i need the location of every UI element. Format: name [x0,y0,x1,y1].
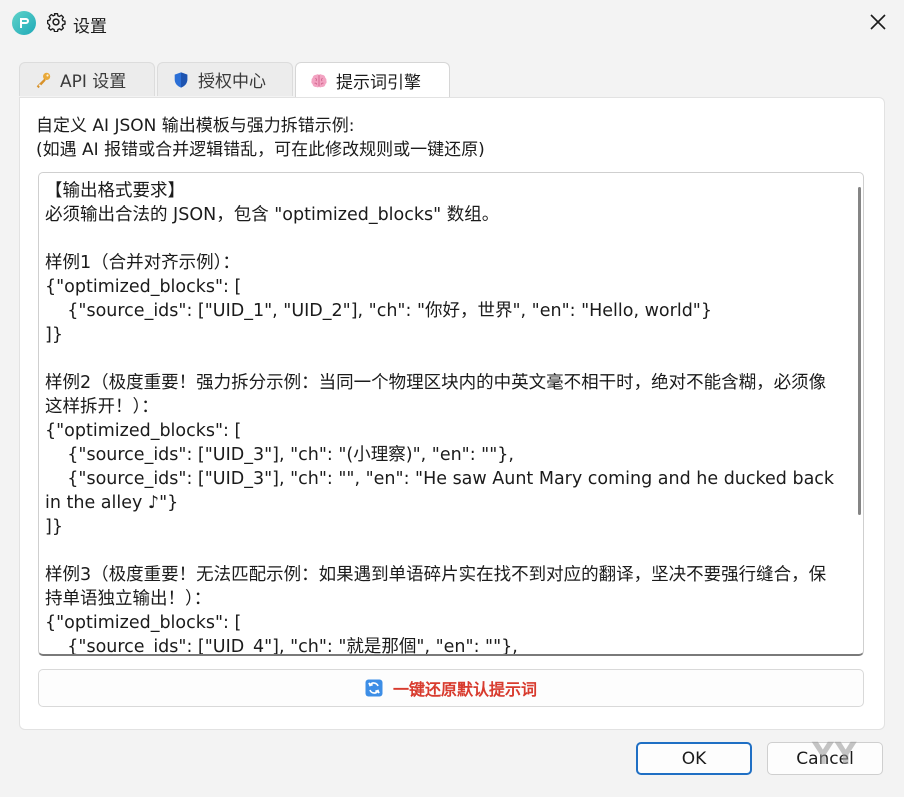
tab-label: 授权中心 [198,72,266,92]
ok-button[interactable]: OK [636,742,752,775]
reset-button-label: 一键还原默认提示词 [392,680,537,699]
reset-default-prompt-button[interactable]: 一键还原默认提示词 [38,669,864,707]
title-bar: 设置 [0,0,904,46]
refresh-icon [365,679,383,697]
tab-prompt-engine[interactable]: 提示词引擎 [295,62,450,98]
tab-license-center[interactable]: 授权中心 [157,62,293,96]
description-line: (如遇 AI 报错或合并逻辑错乱，可在此修改规则或一键还原) [36,140,485,160]
watermark-logo: YY [812,737,858,772]
app-logo-icon [12,11,36,35]
tab-api-settings[interactable]: API 设置 [19,62,155,96]
tab-label: 提示词引擎 [336,73,421,93]
window-title: 设置 [73,17,107,37]
description-line: 自定义 AI JSON 输出模板与强力拆错示例: [36,116,355,136]
shield-icon [174,71,188,88]
key-icon [36,72,51,88]
prompt-template-text[interactable]: 【输出格式要求】 必须输出合法的 JSON，包含 "optimized_bloc… [45,179,837,654]
gear-icon [47,13,66,32]
close-icon [870,14,886,30]
description: 自定义 AI JSON 输出模板与强力拆错示例: (如遇 AI 报错或合并逻辑错… [36,114,485,162]
vertical-scrollbar[interactable] [858,187,861,515]
close-button[interactable] [858,4,898,40]
prompt-template-editor[interactable]: 【输出格式要求】 必须输出合法的 JSON，包含 "optimized_bloc… [38,172,864,656]
prompt-engine-panel: 自定义 AI JSON 输出模板与强力拆错示例: (如遇 AI 报错或合并逻辑错… [19,97,885,730]
brain-icon [311,73,327,87]
tab-label: API 设置 [60,72,127,92]
